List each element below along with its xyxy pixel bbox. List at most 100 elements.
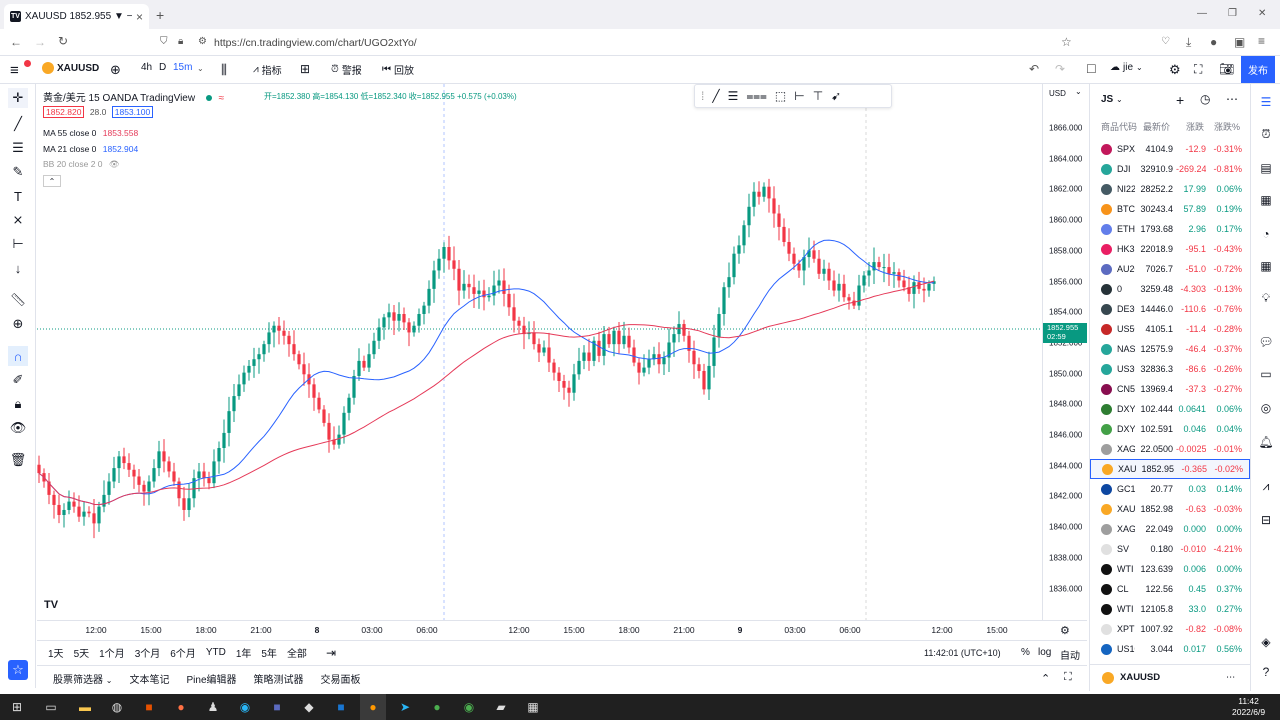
watchlist-row[interactable]: SPX500 4104.9 -12.9 -0.31% bbox=[1090, 139, 1250, 159]
ma21-legend[interactable]: MA 21 close 0 1852.904 bbox=[43, 144, 138, 154]
pattern-tool-icon[interactable]: ⨯ bbox=[8, 210, 28, 230]
alerts-clock-icon[interactable]: ⏰︎ bbox=[1258, 126, 1274, 142]
ask-price[interactable]: 1853.100 bbox=[111, 106, 154, 118]
watchlist-row[interactable]: XPTUSD 1007.92 -0.82 -0.08% bbox=[1090, 619, 1250, 639]
brush-icon[interactable]: ✎ bbox=[8, 162, 28, 182]
percent-scale-toggle[interactable]: % bbox=[1021, 647, 1030, 658]
bb-legend[interactable]: BB 20 close 2 0 👁︎ bbox=[43, 159, 120, 170]
watchlist-row[interactable]: US10 3.044 0.017 0.56% bbox=[1090, 639, 1250, 659]
trading-icon[interactable]: ⩘ bbox=[1258, 478, 1274, 494]
watchlist-row[interactable]: US500 4105.1 -11.4 -0.28% bbox=[1090, 319, 1250, 339]
goto-date-icon[interactable]: ⇥ bbox=[326, 646, 336, 660]
app-icon[interactable]: ♟ bbox=[200, 694, 226, 720]
window-close-button[interactable]: ✕ bbox=[1258, 8, 1266, 19]
time-axis[interactable]: 12:00 15:00 18:00 21:00 8 03:00 06:00 12:00 15:0… bbox=[37, 620, 1087, 640]
watchlist-row[interactable]: GC1! 20.77 0.03 0.14% bbox=[1090, 479, 1250, 499]
more-options-icon[interactable]: ⋯ bbox=[1226, 92, 1238, 106]
range-ytd[interactable]: YTD bbox=[206, 647, 226, 658]
ruler-icon[interactable]: 📏︎ bbox=[8, 290, 28, 310]
text-anchor-icon[interactable]: ⊤ bbox=[813, 89, 823, 103]
header-change-pct[interactable]: 涨跌% bbox=[1214, 120, 1240, 133]
help-icon[interactable]: ? bbox=[1258, 664, 1274, 680]
candle-type-icon[interactable]: ⫼ bbox=[221, 62, 227, 78]
watchlist-row[interactable]: WTI 12105.8 33.0 0.27% bbox=[1090, 599, 1250, 619]
rectangle-tool-icon[interactable]: ⬚ bbox=[775, 89, 786, 103]
redo-icon[interactable]: ↷ bbox=[1055, 62, 1065, 76]
system-clock[interactable]: 11:42 2022/6/9 bbox=[1232, 696, 1265, 718]
fib-retracement-icon[interactable]: ☰ bbox=[8, 138, 28, 158]
browser-tab[interactable]: TV XAUUSD 1852.955 ▼ −0.02% × bbox=[4, 4, 149, 29]
line-tool-icon[interactable]: ╱ bbox=[712, 89, 719, 103]
indicators-button[interactable]: ⩘ 指标 bbox=[253, 62, 282, 77]
watchlist-row[interactable]: US30 32836.3 -86.6 -0.26% bbox=[1090, 359, 1250, 379]
ma55-legend[interactable]: MA 55 close 0 1853.558 bbox=[43, 128, 138, 138]
streams-icon[interactable]: ◎ bbox=[1258, 400, 1274, 416]
watchlist-row[interactable]: DJI 32910.9 -269.24 -0.81% bbox=[1090, 159, 1250, 179]
fullscreen-icon[interactable]: ⛶ bbox=[1194, 62, 1202, 77]
header-symbol[interactable]: 商品代码 bbox=[1101, 120, 1137, 133]
office-icon[interactable]: ■ bbox=[136, 694, 162, 720]
watchlist-row[interactable]: DXY 102.591 0.046 0.04% bbox=[1090, 419, 1250, 439]
collapse-panel-icon[interactable]: ⌃ bbox=[1041, 672, 1050, 685]
watchlist-row[interactable]: HK33 22018.9 -95.1 -0.43% bbox=[1090, 239, 1250, 259]
tab-close-icon[interactable]: × bbox=[136, 10, 143, 24]
forward-arrow-icon[interactable]: → bbox=[34, 35, 46, 49]
range-5y[interactable]: 5年 bbox=[261, 645, 277, 660]
watchlist-row[interactable]: AU200 7026.7 -51.0 -0.72% bbox=[1090, 259, 1250, 279]
watchlist-row[interactable]: CL 122.56 0.45 0.37% bbox=[1090, 579, 1250, 599]
extension-icon[interactable]: ▣ bbox=[1234, 35, 1245, 49]
alert-button[interactable]: ⏰︎ 警报 bbox=[331, 62, 362, 77]
watchlist-title-button[interactable]: JS ⌄ bbox=[1101, 94, 1123, 105]
watchlist-row[interactable]: NAS100 12575.9 -46.4 -0.37% bbox=[1090, 339, 1250, 359]
task-view-icon[interactable]: ▭ bbox=[38, 694, 64, 720]
tab-stock-screener[interactable]: 股票筛选器 ⌄ bbox=[53, 671, 112, 686]
lock-drawing-icon[interactable]: ✐ bbox=[8, 370, 28, 390]
more-options-icon[interactable]: ⋯ bbox=[1226, 672, 1236, 683]
bid-price[interactable]: 1852.820 bbox=[43, 106, 85, 118]
arrow-down-icon[interactable]: ↓ bbox=[8, 258, 28, 278]
hotlists-icon[interactable]: ◔ bbox=[1258, 226, 1274, 242]
interval-4h[interactable]: 4h bbox=[141, 62, 152, 73]
main-menu-icon[interactable]: ≡ bbox=[10, 62, 19, 79]
interval-15m[interactable]: 15m bbox=[173, 62, 192, 73]
calculator-icon[interactable]: ▦ bbox=[520, 694, 546, 720]
watchlist-row[interactable]: DXY 102.444 0.0641 0.06% bbox=[1090, 399, 1250, 419]
eye-icon[interactable]: 👁︎ bbox=[8, 418, 28, 438]
layers-icon[interactable]: ◈ bbox=[1258, 634, 1274, 650]
messages-icon[interactable]: ▭ bbox=[1258, 366, 1274, 382]
range-3m[interactable]: 3个月 bbox=[135, 645, 161, 660]
account-icon[interactable]: ● bbox=[1210, 35, 1217, 49]
app-icon[interactable]: ● bbox=[168, 694, 194, 720]
range-1m[interactable]: 1个月 bbox=[99, 645, 125, 660]
templates-icon[interactable]: ⊞ bbox=[300, 62, 310, 76]
tab-trading-panel[interactable]: 交易面板 bbox=[321, 671, 361, 686]
dom-icon[interactable]: ⊟ bbox=[1258, 512, 1274, 528]
auto-scale-toggle[interactable]: 自动 bbox=[1060, 647, 1080, 662]
lock-icon[interactable]: 🔒︎ bbox=[8, 394, 28, 414]
interval-d[interactable]: D bbox=[159, 62, 166, 73]
watchlist-row[interactable]: BTCUSD 30243.4 57.89 0.19% bbox=[1090, 199, 1250, 219]
header-change[interactable]: 涨跌 bbox=[1186, 120, 1204, 133]
edge-browser-icon[interactable]: ◉ bbox=[232, 694, 258, 720]
range-all[interactable]: 全部 bbox=[287, 645, 307, 660]
watchlist-row[interactable]: XAU 1852.98 -0.63 -0.03% bbox=[1090, 499, 1250, 519]
channel-tool-icon[interactable]: ⩶ bbox=[746, 89, 767, 104]
maximize-panel-icon[interactable]: ⛶ bbox=[1064, 671, 1072, 684]
advanced-view-icon[interactable]: ◷ bbox=[1200, 92, 1210, 106]
new-tab-button[interactable]: + bbox=[156, 7, 164, 23]
axis-settings-gear-icon[interactable]: ⚙ bbox=[1060, 624, 1070, 637]
news-icon[interactable]: ▦ bbox=[1258, 192, 1274, 208]
add-symbol-plus-icon[interactable]: + bbox=[1176, 92, 1184, 108]
wechat-icon[interactable]: ◉ bbox=[456, 694, 482, 720]
watchlist-row[interactable]: DE30 14446.0 -110.6 -0.76% bbox=[1090, 299, 1250, 319]
chart-legend-title[interactable]: 黄金/美元 15 OANDA TradingView ≈ bbox=[43, 89, 224, 104]
url-text[interactable]: https://cn.tradingview.com/chart/UGO2xtY… bbox=[214, 37, 417, 49]
replay-button[interactable]: ⏮︎ 回放 bbox=[382, 62, 414, 77]
watchlist-row[interactable]: CN50 13969.4 -37.3 -0.27% bbox=[1090, 379, 1250, 399]
symbol-search-button[interactable]: XAUUSD bbox=[42, 62, 99, 74]
notifications-bell-icon[interactable]: 🔔︎ bbox=[1258, 434, 1274, 450]
range-1y[interactable]: 1年 bbox=[236, 645, 252, 660]
watchlist-row[interactable]: XAU 1852.95 -0.365 -0.02% bbox=[1090, 459, 1250, 479]
trend-line-icon[interactable]: ╱ bbox=[8, 114, 28, 134]
favorites-star-icon[interactable]: ☆ bbox=[8, 660, 28, 680]
